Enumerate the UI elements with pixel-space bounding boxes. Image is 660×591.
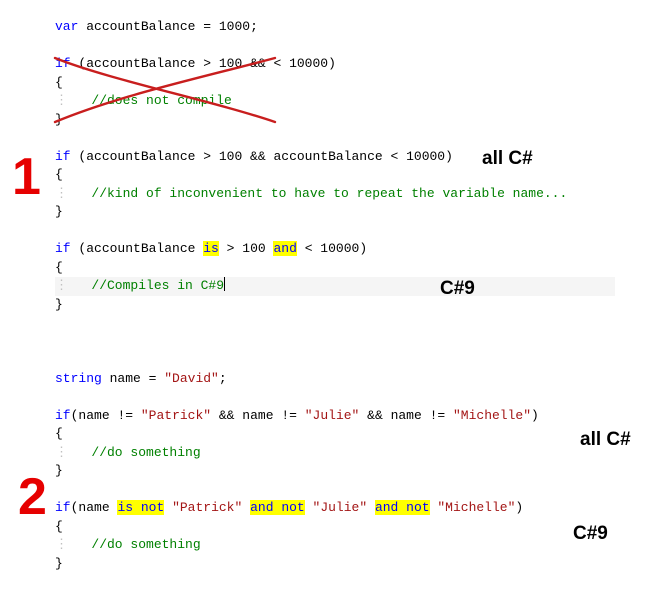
code-line: if (accountBalance > 100 && < 10000) xyxy=(55,55,615,74)
annotation-csharp9-2: C#9 xyxy=(573,520,608,548)
code-line: } xyxy=(55,555,615,574)
code-line: } xyxy=(55,203,615,222)
code-line: } xyxy=(55,462,615,481)
code-line: string name = "David"; xyxy=(55,370,615,389)
annotation-csharp9-1: C#9 xyxy=(440,275,475,303)
code-line: if(name is not "Patrick" and not "Julie"… xyxy=(55,499,615,518)
code-line: if(name != "Patrick" && name != "Julie" … xyxy=(55,407,615,426)
example-number-1: 1 xyxy=(12,140,41,215)
annotation-all-csharp-1: all C# xyxy=(482,145,533,173)
text-caret xyxy=(224,277,225,291)
code-line: ⋮ //kind of inconvenient to have to repe… xyxy=(55,185,615,204)
code-line: if (accountBalance is > 100 and < 10000) xyxy=(55,240,615,259)
example-number-2: 2 xyxy=(18,460,47,535)
code-line: ⋮ //do something xyxy=(55,444,615,463)
annotation-all-csharp-2: all C# xyxy=(580,426,631,454)
code-area: var accountBalance = 1000; if (accountBa… xyxy=(55,18,615,573)
code-line: { xyxy=(55,425,615,444)
code-line: } xyxy=(55,111,615,130)
code-line: { xyxy=(55,518,615,537)
code-line: var accountBalance = 1000; xyxy=(55,18,615,37)
code-line-current: ⋮ //Compiles in C#9 xyxy=(55,277,615,296)
code-line: { xyxy=(55,74,615,93)
code-line: ⋮ //does not compile xyxy=(55,92,615,111)
code-line: { xyxy=(55,259,615,278)
code-line: } xyxy=(55,296,615,315)
code-line: ⋮ //do something xyxy=(55,536,615,555)
